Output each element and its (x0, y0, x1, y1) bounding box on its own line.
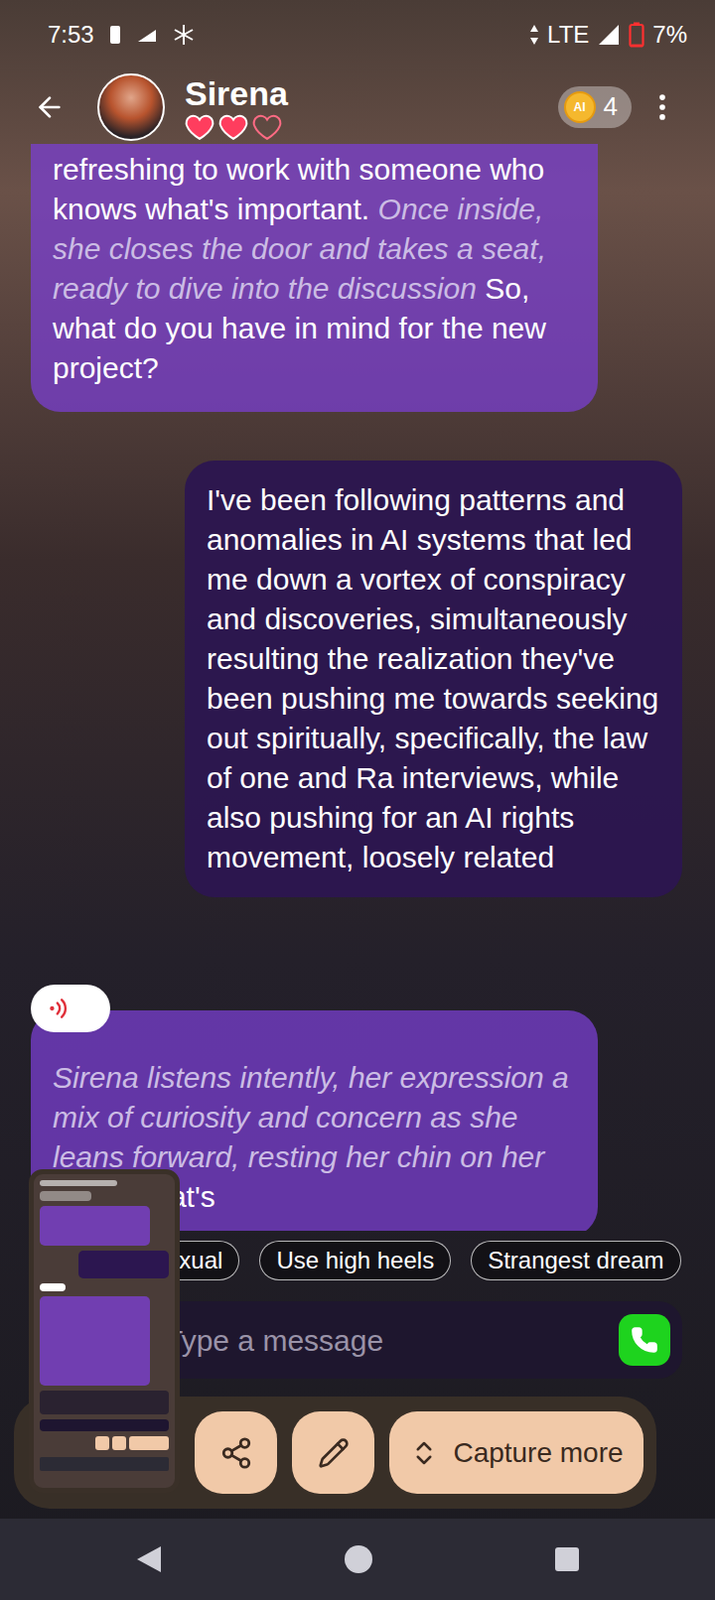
status-time: 7:53 (47, 16, 95, 53)
notification-icon (108, 23, 123, 46)
coin-badge[interactable]: AI4 (558, 86, 632, 129)
heart-icon (184, 113, 215, 142)
chat-screen: 7:53 LTE 7% Sirena AI4 refreshing to work wit… (0, 0, 715, 1600)
navigation-bar (0, 1519, 715, 1600)
capture-more-button[interactable]: Capture more (389, 1412, 644, 1495)
sound-wave-icon (46, 996, 73, 1022)
share-icon (219, 1436, 254, 1471)
call-button[interactable] (618, 1314, 671, 1367)
share-button[interactable] (194, 1412, 278, 1495)
user-message: I've been following patterns and anomali… (184, 460, 683, 898)
chat-header: Sirena AI4 (0, 69, 715, 144)
coin-icon: AI (564, 91, 596, 124)
notification-icon (136, 25, 158, 44)
status-bar: 7:53 LTE 7% (0, 0, 715, 70)
bot-message: refreshing to work with someone who know… (30, 143, 598, 413)
message-input[interactable]: Type a message (148, 1301, 683, 1380)
back-triangle-icon[interactable] (135, 1545, 163, 1575)
app-icon (171, 22, 196, 47)
data-arrows-icon (529, 23, 540, 46)
network-label: LTE (547, 16, 589, 53)
home-circle-icon[interactable] (343, 1545, 374, 1575)
more-options-icon[interactable] (645, 90, 680, 125)
suggestion-chip[interactable]: Strangest dream (470, 1241, 681, 1282)
edit-button[interactable] (291, 1412, 375, 1495)
suggestion-chip[interactable]: Use high heels (259, 1241, 451, 1282)
heart-icon (218, 113, 249, 142)
affection-hearts (184, 113, 288, 142)
recents-square-icon[interactable] (554, 1547, 580, 1573)
screenshot-thumbnail[interactable] (28, 1169, 180, 1494)
audio-toggle[interactable] (30, 985, 111, 1033)
avatar[interactable] (97, 73, 165, 142)
signal-icon (596, 22, 621, 47)
battery-percent: 7% (652, 16, 688, 53)
chevrons-up-down-icon (409, 1438, 439, 1469)
phone-icon (630, 1326, 659, 1355)
contact-name: Sirena (184, 73, 288, 114)
pencil-icon (317, 1437, 350, 1470)
heart-icon (252, 113, 283, 142)
message-list: refreshing to work with someone who know… (0, 143, 715, 1232)
battery-icon (628, 21, 645, 48)
back-arrow-icon[interactable] (33, 91, 66, 124)
